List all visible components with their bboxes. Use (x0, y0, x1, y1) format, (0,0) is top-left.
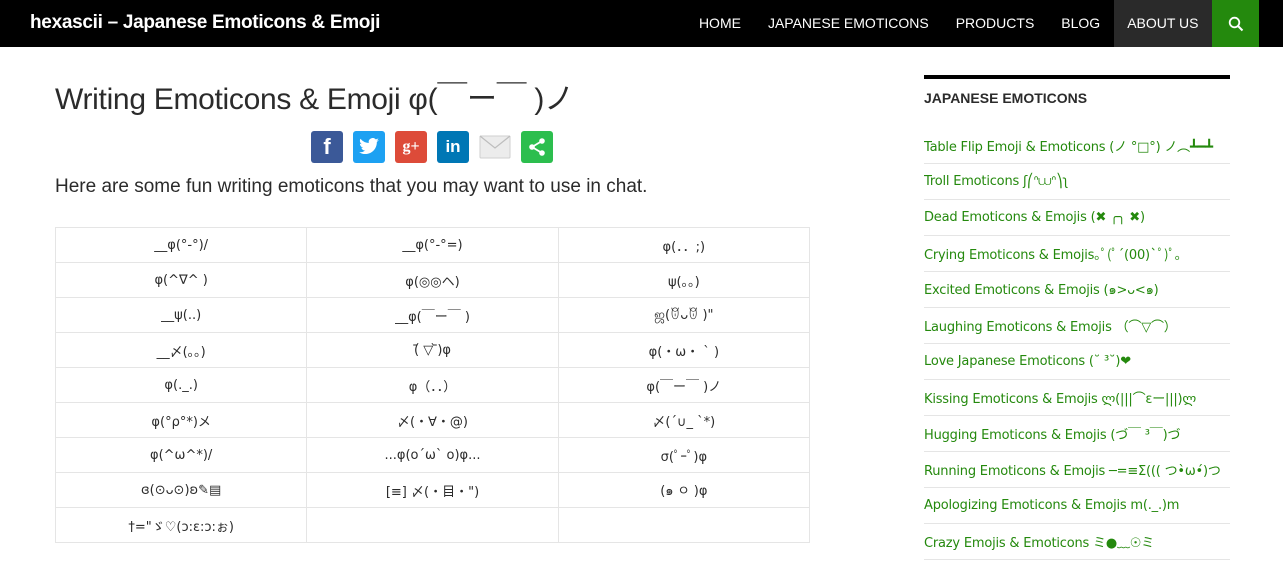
table-row: †="ゞ♡(ɔ:ε:ɔ:ぉ) (54, 507, 811, 543)
emoticon-cell[interactable]: (᷄ ▽ ᷅)φ (306, 332, 559, 368)
google-plus-share-button[interactable]: g+ (395, 131, 427, 163)
table-row: __φ(°-°)/ __φ(°-°=) φ(．．;) (54, 227, 811, 263)
table-row: φ(°ρ°*)メ 〆(・∀・@) 〆(´∪_ `*) (54, 402, 811, 438)
search-button[interactable] (1212, 0, 1259, 47)
emoticon-cell[interactable]: φ(◎◎ヘ) (306, 262, 559, 298)
emoticon-cell[interactable]: φ(^ω^*)/ (54, 437, 308, 473)
table-row: __ψ(..) __φ(￣ー￣ ) ஜ(ꆤᴗꆤ )" (54, 297, 811, 333)
emoticon-cell[interactable]: ...φ(o´ω` o)φ... (306, 437, 559, 473)
google-plus-icon: g+ (402, 138, 420, 155)
share-buttons: f g+ in (311, 131, 553, 163)
email-share-button[interactable] (479, 131, 511, 163)
top-navbar: hexascii – Japanese Emoticons & Emoji HO… (0, 0, 1283, 47)
emoticon-cell[interactable]: φ（．．） (306, 367, 559, 403)
sidebar-divider (924, 75, 1230, 79)
emoticon-cell[interactable]: ɞ(⊙ᴗ⊙)ʚ✎▤ (54, 472, 308, 508)
sidebar-item-love[interactable]: Love Japanese Emoticons (˘ ³˘)❤ (924, 344, 1230, 380)
nav-about-us[interactable]: ABOUT US (1113, 0, 1212, 47)
emoticon-cell[interactable]: __〆(｡｡) (54, 332, 308, 368)
emoticon-cell[interactable]: φ(^∇^ ) (54, 262, 308, 298)
nav-home[interactable]: HOME (685, 0, 754, 47)
sidebar-item-apologizing[interactable]: Apologizing Emoticons & Emojis m(._.)m (924, 488, 1230, 524)
emoticon-cell[interactable]: __φ(°-°=) (306, 227, 559, 263)
emoticon-cell[interactable]: 〆(´∪_ `*) (557, 402, 811, 438)
main-nav: HOME JAPANESE EMOTICONS PRODUCTS BLOG AB… (685, 0, 1212, 47)
table-row: φ(^∇^ ) φ(◎◎ヘ) ψ(｡｡) (54, 262, 811, 298)
nav-blog[interactable]: BLOG (1048, 0, 1114, 47)
sidebar-heading: JAPANESE EMOTICONS (924, 90, 1088, 106)
emoticon-cell[interactable]: 〆(・∀・@) (306, 402, 559, 438)
sidebar-item-laughing[interactable]: Laughing Emoticons & Emojis （⌒▽⌒） (924, 308, 1230, 344)
intro-text: Here are some fun writing emoticons that… (55, 176, 648, 197)
page-title: Writing Emoticons & Emoji φ(￣ー￣ )ノ (55, 83, 574, 116)
table-row: ɞ(⊙ᴗ⊙)ʚ✎▤ [≡] 〆(・目・") (๑ ㅇ )φ (54, 472, 811, 508)
nav-products[interactable]: PRODUCTS (942, 0, 1048, 47)
emoticon-cell[interactable]: σ(ﾟｰﾟ)φ (557, 437, 811, 473)
sidebar-item-dead[interactable]: Dead Emoticons & Emojis (✖ ╭╮ ✖) (924, 200, 1230, 236)
share-icon (529, 138, 545, 156)
site-title[interactable]: hexascii – Japanese Emoticons & Emoji (30, 12, 380, 34)
emoticon-cell[interactable]: [≡] 〆(・目・") (306, 472, 559, 508)
empty-cell (306, 507, 559, 543)
sidebar-item-crying[interactable]: Crying Emoticons & Emojis｡ﾟ(ﾟ´(00)`ﾟ)ﾟ｡ (924, 236, 1230, 272)
twitter-share-button[interactable] (353, 131, 385, 163)
emoticon-cell[interactable]: ψ(｡｡) (557, 262, 811, 298)
facebook-icon: f (323, 134, 331, 159)
emoticon-cell[interactable]: __φ(°-°)/ (54, 227, 308, 263)
sidebar-item-excited[interactable]: Excited Emoticons & Emojis (๑>ᴗ<๑) (924, 272, 1230, 308)
emoticon-cell[interactable]: ஜ(ꆤᴗꆤ )" (557, 297, 811, 333)
nav-japanese-emoticons[interactable]: JAPANESE EMOTICONS (754, 0, 942, 47)
sidebar-item-crazy[interactable]: Crazy Emojis & Emoticons ミ●﹏☉ミ (924, 524, 1230, 560)
facebook-share-button[interactable]: f (311, 131, 343, 163)
emoticon-cell[interactable]: †="ゞ♡(ɔ:ε:ɔ:ぉ) (54, 507, 308, 543)
linkedin-share-button[interactable]: in (437, 131, 469, 163)
emoticon-table: __φ(°-°)/ __φ(°-°=) φ(．．;) φ(^∇^ ) φ(◎◎ヘ… (54, 227, 811, 543)
table-row: φ(^ω^*)/ ...φ(o´ω` o)φ... σ(ﾟｰﾟ)φ (54, 437, 811, 473)
emoticon-cell[interactable]: φ(・ω・ ` ) (557, 332, 811, 368)
sidebar-item-table-flip[interactable]: Table Flip Emoji & Emoticons (ノ °□°) ノ︵┻… (924, 128, 1230, 164)
emoticon-cell[interactable]: φ(._.) (54, 367, 308, 403)
sidebar-item-troll[interactable]: Troll Emoticons ʃ⎛ᐢ⩊ᐢ⎞ʅ (924, 164, 1230, 200)
sidebar-item-kissing[interactable]: Kissing Emoticons & Emojis ლ(|||⌒εー|||)ლ (924, 380, 1230, 416)
table-row: __〆(｡｡) (᷄ ▽ ᷅)φ φ(・ω・ ` ) (54, 332, 811, 368)
linkedin-icon: in (445, 137, 461, 156)
emoticon-cell[interactable]: φ(．．;) (557, 227, 811, 263)
emoticon-cell[interactable]: φ(°ρ°*)メ (54, 402, 308, 438)
empty-cell (557, 507, 811, 543)
emoticon-cell[interactable]: (๑ ㅇ )φ (557, 472, 811, 508)
generic-share-button[interactable] (521, 131, 553, 163)
emoticon-cell[interactable]: __φ(￣ー￣ ) (306, 297, 559, 333)
search-icon (1228, 16, 1243, 31)
emoticon-cell[interactable]: φ(￣ー￣ )ノ (557, 367, 811, 403)
table-row: φ(._.) φ（．．） φ(￣ー￣ )ノ (54, 367, 811, 403)
sidebar-item-hugging[interactable]: Hugging Emoticons & Emojis (づ￣ ³￣)づ (924, 416, 1230, 452)
emoticon-cell[interactable]: __ψ(..) (54, 297, 308, 333)
sidebar-list: Table Flip Emoji & Emoticons (ノ °□°) ノ︵┻… (924, 128, 1230, 560)
email-icon (479, 135, 511, 159)
sidebar-item-running[interactable]: Running Emoticons & Emojis ─=≡Σ((( つ•̀ω•… (924, 452, 1230, 488)
twitter-icon (359, 138, 379, 155)
